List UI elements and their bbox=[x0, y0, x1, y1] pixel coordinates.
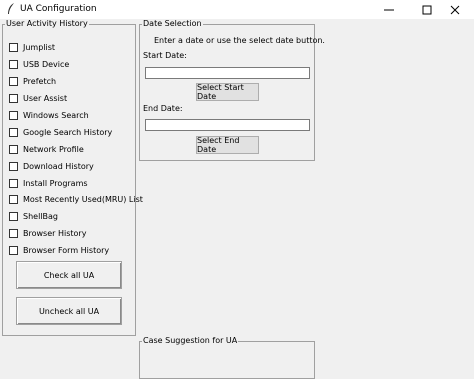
checkbox-label: Jumplist bbox=[23, 42, 56, 52]
user-activity-group: User Activity History Jumplist USB Devic… bbox=[2, 19, 143, 336]
end-date-input[interactable] bbox=[145, 119, 310, 131]
checkbox-network-profile[interactable]: Network Profile bbox=[9, 143, 84, 155]
select-start-date-button[interactable]: Select Start Date bbox=[196, 83, 259, 101]
check-all-ua-button[interactable]: Check all UA bbox=[16, 261, 122, 289]
checkbox-box[interactable] bbox=[9, 211, 18, 221]
minimize-icon bbox=[384, 9, 394, 10]
checkbox-label: Download History bbox=[23, 161, 94, 171]
checkbox-label: Windows Search bbox=[23, 110, 89, 120]
checkbox-jumplist[interactable]: Jumplist bbox=[9, 41, 55, 53]
minimize-button[interactable] bbox=[370, 0, 408, 19]
checkbox-box[interactable] bbox=[9, 76, 18, 86]
end-date-label: End Date: bbox=[143, 104, 183, 113]
checkbox-browser-history[interactable]: Browser History bbox=[9, 227, 86, 239]
checkbox-box[interactable] bbox=[9, 194, 18, 204]
close-icon bbox=[450, 5, 460, 14]
checkbox-label: Browser Form History bbox=[23, 245, 110, 255]
uncheck-all-ua-button[interactable]: Uncheck all UA bbox=[16, 297, 122, 325]
date-instruction: Enter a date or use the select date butt… bbox=[154, 36, 325, 45]
select-end-date-button[interactable]: Select End Date bbox=[196, 136, 259, 154]
checkbox-box[interactable] bbox=[9, 178, 18, 188]
checkbox-box[interactable] bbox=[9, 93, 18, 103]
checkbox-label: ShellBag bbox=[23, 211, 58, 221]
checkbox-box[interactable] bbox=[9, 144, 18, 154]
case-suggestion-group: Case Suggestion for UA bbox=[139, 337, 315, 379]
user-activity-legend: User Activity History bbox=[5, 19, 89, 28]
close-button[interactable] bbox=[436, 0, 474, 19]
checkbox-browser-form-history[interactable]: Browser Form History bbox=[9, 244, 109, 256]
checkbox-prefetch[interactable]: Prefetch bbox=[9, 75, 56, 87]
checkbox-label: Google Search History bbox=[23, 127, 113, 137]
checkbox-label: Prefetch bbox=[23, 76, 57, 86]
checkbox-box[interactable] bbox=[9, 110, 18, 120]
start-date-label: Start Date: bbox=[143, 51, 187, 60]
checkbox-label: Most Recently Used(MRU) List bbox=[23, 194, 143, 204]
checkbox-google-search-history[interactable]: Google Search History bbox=[9, 126, 112, 138]
maximize-icon bbox=[422, 5, 432, 14]
checkbox-box[interactable] bbox=[9, 127, 18, 137]
feather-icon bbox=[8, 3, 14, 14]
checkbox-shellbag[interactable]: ShellBag bbox=[9, 210, 58, 222]
title-bar: UA Configuration bbox=[0, 0, 474, 19]
checkbox-label: USB Device bbox=[23, 59, 70, 69]
checkbox-mru-list[interactable]: Most Recently Used(MRU) List bbox=[9, 193, 143, 205]
checkbox-label: Network Profile bbox=[23, 144, 84, 154]
date-selection-legend: Date Selection bbox=[142, 19, 203, 28]
date-selection-group: Date Selection Enter a date or use the s… bbox=[139, 19, 325, 161]
checkbox-usb-device[interactable]: USB Device bbox=[9, 58, 69, 70]
checkbox-box[interactable] bbox=[9, 59, 18, 69]
checkbox-box[interactable] bbox=[9, 161, 18, 171]
start-date-input[interactable] bbox=[145, 67, 310, 79]
checkbox-download-history[interactable]: Download History bbox=[9, 160, 94, 172]
checkbox-user-assist[interactable]: User Assist bbox=[9, 92, 67, 104]
checkbox-install-programs[interactable]: Install Programs bbox=[9, 177, 88, 189]
checkbox-box[interactable] bbox=[9, 245, 18, 255]
checkbox-box[interactable] bbox=[9, 42, 18, 52]
checkbox-label: Install Programs bbox=[23, 178, 88, 188]
window-title: UA Configuration bbox=[20, 4, 97, 14]
checkbox-box[interactable] bbox=[9, 228, 18, 238]
checkbox-label: User Assist bbox=[23, 93, 68, 103]
case-suggestion-legend: Case Suggestion for UA bbox=[142, 336, 239, 345]
checkbox-windows-search[interactable]: Windows Search bbox=[9, 109, 89, 121]
checkbox-label: Browser History bbox=[23, 228, 87, 238]
